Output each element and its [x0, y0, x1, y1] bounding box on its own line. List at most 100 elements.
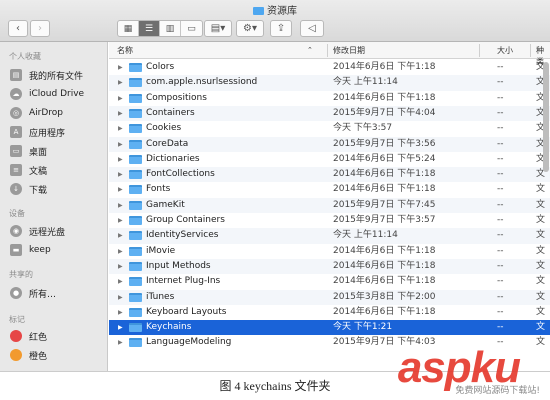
file-name: iTunes: [146, 291, 175, 302]
sidebar-item-red-tag[interactable]: 红色: [10, 328, 47, 344]
file-kind: 文: [536, 215, 546, 225]
file-size: --: [497, 306, 504, 317]
table-row[interactable]: ▶ GameKit 2015年9月7日 下午7:45 -- 文: [109, 197, 550, 213]
folder-icon: [129, 323, 142, 333]
drive-icon: ▬: [10, 244, 22, 256]
sidebar-section-shared: 共享的: [9, 270, 33, 279]
disclosure-triangle-icon[interactable]: ▶: [118, 274, 126, 289]
table-row[interactable]: ▶ Compositions 2014年6月6日 下午1:18 -- 文: [109, 91, 550, 106]
sidebar-item-remote-disc[interactable]: ◉ 远程光盘: [10, 223, 65, 239]
folder-icon: [129, 139, 142, 149]
column-view-icon[interactable]: ▥: [160, 21, 181, 36]
disclosure-triangle-icon[interactable]: ▶: [118, 244, 126, 259]
modified-date: 今天 上午11:14: [333, 230, 398, 241]
disclosure-triangle-icon[interactable]: ▶: [118, 91, 126, 106]
file-name: GameKit: [146, 199, 185, 210]
orange-tag-icon: [10, 349, 22, 361]
column-name-header[interactable]: 名称: [117, 45, 133, 56]
sidebar-item-all-shared[interactable]: ● 所有…: [10, 285, 56, 301]
modified-date: 2015年9月7日 下午7:45: [333, 199, 436, 210]
sidebar-item-airdrop[interactable]: ◎ AirDrop: [10, 105, 63, 121]
icon-view-icon[interactable]: ▦: [118, 21, 139, 36]
folder-icon: [129, 170, 142, 180]
sidebar-item-applications[interactable]: A 应用程序: [10, 124, 65, 140]
disclosure-triangle-icon[interactable]: ▶: [118, 228, 126, 243]
disclosure-triangle-icon[interactable]: ▶: [118, 213, 126, 228]
sidebar-item-downloads[interactable]: ↓ 下载: [10, 181, 47, 197]
file-name: IdentityServices: [146, 230, 219, 241]
list-view-icon[interactable]: ☰: [139, 21, 160, 36]
table-row[interactable]: ▶ IdentityServices 今天 上午11:14 -- 文: [109, 228, 550, 244]
table-row[interactable]: ▶ Keychains 今天 下午1:21 -- 文: [109, 320, 550, 336]
share-button[interactable]: ⇪: [270, 20, 292, 37]
disclosure-triangle-icon[interactable]: ▶: [118, 137, 126, 152]
modified-date: 今天 下午1:21: [333, 322, 393, 333]
cloud-icon: ☁: [10, 88, 22, 100]
sidebar-item-desktop[interactable]: ▭ 桌面: [10, 143, 47, 159]
file-kind: 文: [536, 245, 546, 256]
table-row[interactable]: ▶ Keyboard Layouts 2014年6月6日 下午1:18 -- 文: [109, 305, 550, 320]
folder-icon: [129, 277, 142, 287]
modified-date: 2015年9月7日 下午4:04: [333, 107, 436, 118]
file-name: Cookies: [146, 123, 182, 134]
disclosure-triangle-icon[interactable]: ▶: [118, 75, 126, 90]
column-divider[interactable]: [327, 44, 328, 57]
table-row[interactable]: ▶ iTunes 2015年3月8日 下午2:00 -- 文: [109, 289, 550, 305]
disclosure-triangle-icon[interactable]: ▶: [118, 60, 126, 75]
column-size-header[interactable]: 大小: [497, 45, 513, 56]
disclosure-triangle-icon[interactable]: ▶: [118, 259, 126, 274]
scrollbar[interactable]: [543, 62, 549, 172]
table-row[interactable]: ▶ iMovie 2014年6月6日 下午1:18 -- 文: [109, 244, 550, 259]
table-row[interactable]: ▶ Fonts 2014年6月6日 下午1:18 -- 文: [109, 182, 550, 197]
sidebar-item-keep[interactable]: ▬ keep: [10, 242, 51, 258]
view-mode-control[interactable]: ▦ ☰ ▥ ▭: [117, 20, 203, 37]
column-header: 名称 ⌃ 修改日期 大小 种类: [109, 42, 550, 66]
disclosure-triangle-icon[interactable]: ▶: [118, 106, 126, 121]
disclosure-triangle-icon[interactable]: ▶: [118, 182, 126, 197]
file-name: Dictionaries: [146, 153, 200, 164]
table-row[interactable]: ▶ Dictionaries 2014年6月6日 下午5:24 -- 文: [109, 152, 550, 167]
column-divider[interactable]: [530, 44, 531, 57]
disclosure-triangle-icon[interactable]: ▶: [118, 198, 126, 213]
file-size: --: [497, 92, 504, 103]
table-row[interactable]: ▶ FontCollections 2014年6月6日 下午1:18 -- 文: [109, 167, 550, 183]
file-kind: 文: [536, 184, 546, 195]
folder-icon: [129, 63, 142, 72]
file-name: iMovie: [146, 245, 176, 256]
disclosure-triangle-icon[interactable]: ▶: [118, 320, 126, 335]
table-row[interactable]: ▶ Group Containers 2015年9月7日 下午3:57 -- 文: [109, 213, 550, 228]
sidebar-item-orange-tag[interactable]: 橙色: [10, 347, 47, 363]
disclosure-triangle-icon[interactable]: ▶: [118, 152, 126, 167]
table-row[interactable]: ▶ Internet Plug-Ins 2014年6月6日 下午1:18 -- 文: [109, 274, 550, 289]
disclosure-triangle-icon[interactable]: ▶: [118, 121, 126, 136]
tag-button[interactable]: ◁: [300, 20, 324, 37]
disclosure-triangle-icon[interactable]: ▶: [118, 305, 126, 320]
table-row[interactable]: ▶ Colors 2014年6月6日 下午1:18 -- 文: [109, 60, 550, 75]
table-row[interactable]: ▶ CoreData 2015年9月7日 下午3:56 -- 文: [109, 136, 550, 152]
sidebar-item-icloud[interactable]: ☁ iCloud Drive: [10, 86, 84, 102]
file-name: Fonts: [146, 184, 171, 195]
table-row[interactable]: ▶ com.apple.nsurlsessiond 今天 上午11:14 -- 文: [109, 75, 550, 91]
table-row[interactable]: ▶ Cookies 今天 下午3:57 -- 文: [109, 121, 550, 136]
file-size: --: [497, 107, 504, 118]
table-row[interactable]: ▶ Containers 2015年9月7日 下午4:04 -- 文: [109, 105, 550, 122]
file-size: --: [497, 62, 504, 72]
back-button[interactable]: ‹: [8, 20, 28, 37]
column-date-header[interactable]: 修改日期: [333, 45, 365, 56]
group-button[interactable]: ▤▾: [204, 20, 232, 37]
disclosure-triangle-icon[interactable]: ▶: [118, 290, 126, 305]
gallery-view-icon[interactable]: ▭: [181, 21, 202, 36]
file-name: CoreData: [146, 138, 189, 149]
column-divider[interactable]: [479, 44, 480, 57]
disclosure-triangle-icon[interactable]: ▶: [118, 335, 126, 350]
forward-button[interactable]: ›: [30, 20, 50, 37]
disclosure-triangle-icon[interactable]: ▶: [118, 167, 126, 182]
sidebar-item-documents[interactable]: ≡ 文稿: [10, 162, 47, 178]
modified-date: 今天 上午11:14: [333, 77, 398, 88]
table-row[interactable]: ▶ Input Methods 2014年6月6日 下午1:18 -- 文: [109, 258, 550, 275]
action-button[interactable]: ⚙▾: [236, 20, 264, 37]
folder-icon: [129, 200, 142, 210]
sidebar-item-all-files[interactable]: ▤ 我的所有文件: [10, 67, 83, 83]
modified-date: 2014年6月6日 下午1:18: [333, 92, 436, 103]
all-files-icon: ▤: [10, 69, 22, 81]
